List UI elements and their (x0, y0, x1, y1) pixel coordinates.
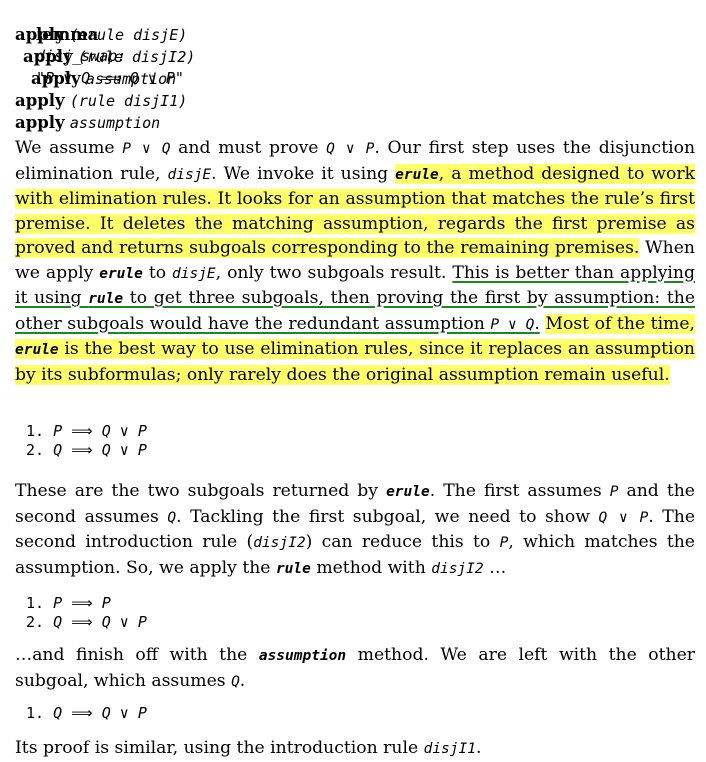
apply-keyword: apply (23, 47, 73, 66)
formula: P ∨ Q (122, 141, 171, 157)
paragraph-assumption: …and finish off with the assumption meth… (15, 643, 695, 694)
apply-keyword: apply (15, 25, 65, 44)
formula: Q (167, 509, 177, 526)
apply-keyword: apply (15, 113, 65, 132)
subgoal-assumption: Q (53, 613, 63, 631)
rule-name: disjE (172, 265, 216, 282)
apply-keyword: apply (15, 91, 65, 110)
rule-name: disjI2 (253, 535, 306, 551)
subgoal-conclusion: Q ∨ P (101, 613, 147, 631)
subgoal-line: 1. P ⟹ P (26, 594, 147, 613)
subgoals-block-3: 1. Q ⟹ Q ∨ P (26, 704, 147, 723)
text: . (239, 670, 246, 691)
script-line: apply (erule disjE) (15, 24, 195, 46)
subgoal-conclusion: Q ∨ P (101, 704, 147, 722)
method-name: erule (15, 342, 59, 358)
implies-symbol: ⟹ (71, 422, 93, 440)
script-line: apply (rule disjI1) (15, 90, 195, 112)
text: ) can reduce this to (305, 532, 500, 552)
subgoal-number: 2. (26, 613, 45, 631)
implies-symbol: ⟹ (71, 704, 93, 722)
text: . Tackling the first subgoal, we need to… (176, 506, 599, 527)
formula: Q ∨ P (598, 509, 649, 526)
formula: P ∨ Q (490, 316, 535, 333)
subgoal-conclusion: Q ∨ P (101, 441, 147, 459)
subgoal-assumption: P (53, 594, 63, 612)
subgoal-line: 1. P ⟹ Q ∨ P (26, 422, 147, 441)
text: We assume (15, 138, 123, 158)
implies-symbol: ⟹ (71, 613, 93, 631)
formula: Q (231, 673, 240, 690)
subgoal-number: 1. (26, 422, 45, 440)
subgoal-number: 1. (26, 704, 45, 722)
apply-argument: assumption (69, 114, 161, 132)
document-page: lemma disj_swap: "P ∨ Q ⟹ Q ∨ P" apply (… (0, 0, 706, 760)
text: . (475, 738, 482, 758)
apply-argument: (erule disjE) (69, 26, 188, 44)
text: . We invoke it using (211, 163, 396, 184)
subgoal-line: 1. Q ⟹ Q ∨ P (26, 704, 147, 723)
text: method with (310, 557, 432, 578)
subgoal-assumption: P (53, 422, 63, 440)
implies-symbol: ⟹ (71, 441, 93, 459)
subgoal-number: 1. (26, 594, 45, 612)
text: is the best way to use elimination rules… (15, 339, 695, 385)
method-name: rule (275, 560, 311, 577)
subgoal-line: 2. Q ⟹ Q ∨ P (26, 441, 147, 460)
subgoal-assumption: Q (53, 441, 63, 459)
apply-argument: assumption (85, 70, 177, 88)
text: . The first assumes (429, 481, 610, 501)
text: … (483, 557, 507, 578)
apply-argument: (rule disjI2) (77, 48, 196, 66)
text: . (534, 313, 540, 334)
implies-symbol: ⟹ (71, 594, 93, 612)
subgoal-number: 2. (26, 441, 45, 459)
text: , only two subgoals result. (215, 262, 453, 283)
paragraph-subgoals: These are the two subgoals returned by e… (15, 479, 695, 581)
method-name: assumption (258, 648, 347, 664)
apply-keyword: apply (31, 69, 81, 88)
script-line: apply assumption (15, 112, 195, 134)
rule-name: disjI2 (431, 560, 484, 577)
rule-name: disjI1 (423, 741, 476, 757)
script-line: apply assumption (15, 68, 195, 90)
formula: Q ∨ P (326, 141, 375, 157)
apply-argument: (rule disjI1) (69, 92, 188, 110)
text: …and finish off with the (15, 645, 259, 665)
subgoals-block-2: 1. P ⟹ P 2. Q ⟹ Q ∨ P (26, 594, 147, 632)
method-name: erule (386, 484, 430, 500)
subgoal-assumption: Q (53, 704, 63, 722)
proof-script: apply (erule disjE) apply (rule disjI2) ap… (15, 24, 195, 134)
subgoal-conclusion: P (101, 594, 111, 612)
method-name: erule (99, 265, 143, 282)
subgoals-block-1: 1. P ⟹ Q ∨ P 2. Q ⟹ Q ∨ P (26, 422, 147, 460)
subgoal-line: 2. Q ⟹ Q ∨ P (26, 613, 147, 632)
method-name: rule (88, 291, 124, 307)
text: and must prove (170, 138, 327, 158)
method-name: erule (395, 166, 439, 183)
paragraph-erule-explanation: We assume P ∨ Q and must prove Q ∨ P. Ou… (15, 136, 695, 387)
text: Most of the time, (545, 313, 695, 334)
rule-name: disjE (167, 166, 212, 183)
text: Its proof is similar, using the introduc… (15, 738, 424, 758)
text: to (142, 262, 173, 283)
subgoal-conclusion: Q ∨ P (101, 422, 147, 440)
paragraph-conclusion: Its proof is similar, using the introduc… (15, 736, 695, 762)
script-line: apply (rule disjI2) (15, 46, 195, 68)
text: These are the two subgoals returned by (15, 481, 387, 501)
